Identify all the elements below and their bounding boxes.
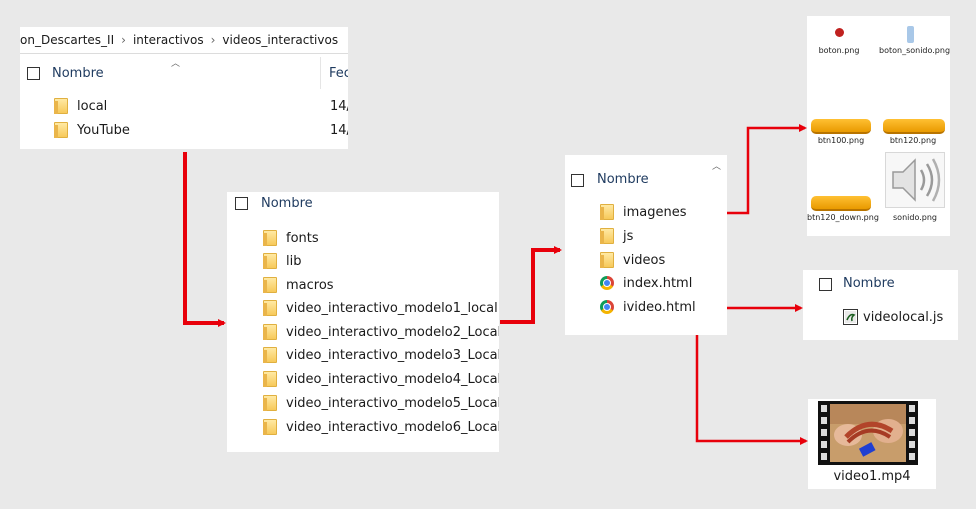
column-header-date[interactable]: Fec [329, 66, 348, 81]
list-item[interactable]: js [600, 225, 633, 247]
breadcrumb-divider [20, 53, 348, 54]
explorer-local-panel: Nombre fonts lib macros video_interactiv… [227, 192, 499, 452]
list-item[interactable]: index.html [600, 272, 692, 294]
item-name: js [623, 228, 634, 244]
breadcrumb-separator: › [121, 33, 126, 47]
folder-icon [263, 371, 277, 387]
thumbnail-label[interactable]: sonido.png [883, 213, 947, 222]
list-item[interactable]: videos [600, 249, 665, 271]
folder-icon [600, 252, 614, 268]
select-all-checkbox[interactable] [27, 67, 40, 80]
list-item[interactable]: macros [263, 274, 334, 296]
list-item[interactable]: video_interactivo_modelo3_Local [263, 344, 499, 366]
folder-icon [263, 253, 277, 269]
item-name: video_interactivo_modelo4_Local [286, 371, 499, 387]
explorer-modelo-panel: ︿ Nombre imagenes js videos index.html i… [565, 155, 727, 335]
arrow-local-to-modelos [183, 152, 226, 327]
breadcrumb-item[interactable]: interactivos [133, 33, 204, 47]
explorer-top-panel: on_Descartes_II › interactivos › videos_… [20, 27, 348, 149]
breadcrumb-item[interactable]: on_Descartes_II [20, 33, 114, 47]
select-all-checkbox[interactable] [571, 174, 584, 187]
sort-ascending-icon: ︿ [712, 162, 722, 172]
item-name: videos [623, 252, 666, 268]
orange-button-icon [811, 119, 871, 134]
folder-icon [263, 277, 277, 293]
folder-icon [263, 419, 277, 435]
item-date: 14/ [330, 122, 348, 138]
item-name: video_interactivo_modelo6_Local [286, 419, 499, 435]
item-name: video_interactivo_modelo2_Local [286, 324, 499, 340]
folder-icon [600, 228, 614, 244]
thumbnail-label[interactable]: boton_sonido.png [879, 46, 950, 55]
item-name: YouTube [77, 122, 130, 138]
list-item[interactable]: videolocal.js [843, 306, 943, 328]
item-name: video_interactivo_modelo5_Local [286, 395, 499, 411]
videos-panel: video1.mp4 [808, 399, 936, 489]
column-header-name[interactable]: Nombre [597, 172, 649, 187]
item-name: videolocal.js [863, 309, 944, 325]
list-item[interactable]: lib [263, 250, 301, 272]
breadcrumb-separator: › [210, 33, 216, 47]
select-all-checkbox[interactable] [819, 278, 832, 291]
list-item[interactable]: fonts [263, 227, 319, 249]
list-item[interactable]: YouTube [54, 119, 130, 141]
thumbnail-label[interactable]: boton.png [807, 46, 871, 55]
list-item[interactable]: video_interactivo_modelo4_Local [263, 368, 499, 390]
list-item[interactable]: ivideo.html [600, 296, 696, 318]
item-date: 14/ [330, 98, 348, 114]
sound-button-icon [907, 26, 914, 43]
list-item[interactable]: imagenes [600, 201, 687, 223]
item-name: fonts [286, 230, 319, 246]
list-item[interactable]: video_interactivo_modelo5_Local [263, 392, 499, 414]
item-name: local [77, 98, 108, 114]
thumbnail-label[interactable]: btn120_down.png [807, 213, 879, 222]
script-file-icon [843, 309, 858, 325]
folder-icon [54, 98, 68, 114]
breadcrumb-item[interactable]: videos_interactivos [222, 33, 338, 47]
item-name: macros [286, 277, 334, 293]
list-item[interactable]: video_interactivo_modelo2_Local [263, 321, 499, 343]
column-header-name[interactable]: Nombre [52, 66, 104, 81]
column-divider [320, 57, 321, 89]
folder-icon [600, 204, 614, 220]
list-item[interactable]: video_interactivo_modelo6_Local [263, 416, 499, 438]
orange-button-icon [883, 119, 945, 134]
video-file-name[interactable]: video1.mp4 [808, 469, 936, 484]
folder-icon [263, 324, 277, 340]
folder-icon [263, 395, 277, 411]
red-dot-icon [835, 28, 844, 37]
folder-icon [54, 122, 68, 138]
item-name: imagenes [623, 204, 687, 220]
column-header-name[interactable]: Nombre [843, 276, 895, 291]
folder-icon [263, 347, 277, 363]
sort-ascending-icon: ︿ [171, 59, 181, 69]
arrow-modelo-to-contents [500, 246, 562, 324]
folder-icon [263, 230, 277, 246]
item-name: index.html [623, 275, 693, 291]
thumbnail-label[interactable]: btn100.png [809, 136, 873, 145]
item-name: video_interactivo_modelo3_Local [286, 347, 499, 363]
item-name: lib [286, 253, 302, 269]
list-item[interactable]: local [54, 95, 107, 117]
chrome-icon [600, 300, 614, 314]
item-name: video_interactivo_modelo1_local [286, 300, 498, 316]
select-all-checkbox[interactable] [235, 197, 248, 210]
speaker-icon [885, 152, 945, 208]
js-panel: Nombre videolocal.js [803, 270, 958, 340]
column-header-name[interactable]: Nombre [261, 196, 313, 211]
folder-icon [263, 300, 277, 316]
video-thumbnail-icon [818, 401, 918, 465]
item-name: ivideo.html [623, 299, 696, 315]
list-item[interactable]: video_interactivo_modelo1_local [263, 297, 498, 319]
thumbnail-label[interactable]: btn120.png [881, 136, 945, 145]
imagenes-panel: boton.png boton_sonido.png btn100.png bt… [807, 16, 950, 236]
breadcrumb: on_Descartes_II › interactivos › videos_… [20, 29, 338, 51]
orange-button-icon [811, 196, 871, 211]
chrome-icon [600, 276, 614, 290]
